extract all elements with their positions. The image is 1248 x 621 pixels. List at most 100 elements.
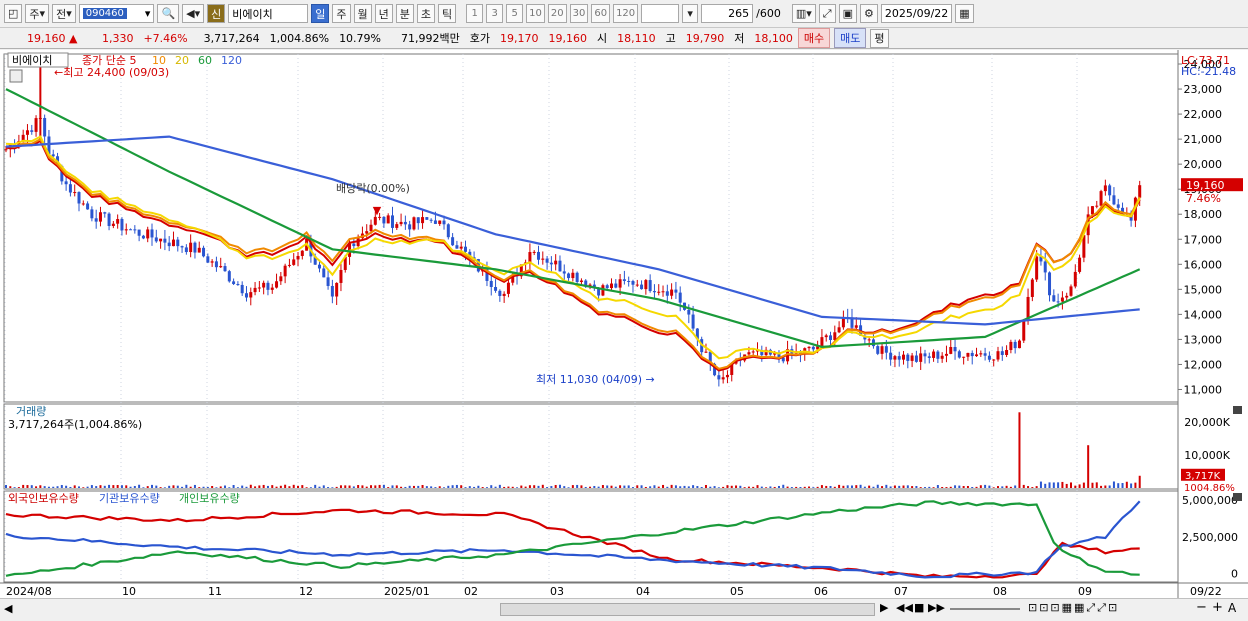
- candle-body: [528, 252, 532, 263]
- custom-interval-input[interactable]: [641, 4, 680, 23]
- low-annotation: 최저 11,030 (04/09) →: [536, 373, 655, 386]
- volume-bar: [1087, 445, 1090, 488]
- text-size-icon[interactable]: A: [1228, 601, 1236, 615]
- volume-bar: [979, 485, 982, 488]
- candle-body: [944, 353, 948, 356]
- candle-type-icon[interactable]: ▥▾: [791, 4, 816, 23]
- volume-bar: [331, 487, 334, 488]
- tab-minute[interactable]: 분: [395, 4, 414, 23]
- stock-chart[interactable]: 24,00023,00022,00021,00020,00019,00018,0…: [0, 50, 1248, 598]
- volume-bar: [627, 485, 630, 488]
- candle-body: [206, 256, 210, 263]
- volume-bar: [623, 485, 626, 488]
- zoom-out-icon[interactable]: −: [1196, 600, 1207, 615]
- prev-select[interactable]: 전 ▾: [52, 4, 76, 23]
- zoom-in-icon[interactable]: +: [1212, 600, 1223, 615]
- candle-body: [210, 261, 214, 263]
- chart-menu-icon[interactable]: ◰: [4, 4, 23, 23]
- tab-second[interactable]: 초: [416, 4, 435, 23]
- volume-value: 3,717,264주(1,004.86%): [8, 418, 142, 431]
- candle-body: [236, 284, 240, 286]
- interval-120[interactable]: 120: [613, 4, 639, 23]
- nav-last-icon[interactable]: ▶▶: [928, 601, 945, 614]
- view-tools-icon[interactable]: ⊡⊡⊡▦▦⤢⤢⊡: [1028, 601, 1119, 615]
- period-select[interactable]: 주 ▾: [25, 4, 50, 23]
- candle-body: [549, 262, 553, 265]
- nav-right-icon[interactable]: ▶: [880, 601, 888, 614]
- volume-bar: [9, 486, 12, 488]
- candle-body: [438, 220, 442, 224]
- candle-body: [51, 154, 55, 157]
- holding-title-1: 기관보유수량: [99, 492, 160, 505]
- volume-bar: [1074, 485, 1077, 488]
- x-axis-label: 02: [464, 585, 478, 598]
- candle-body: [884, 346, 888, 353]
- candle-body: [949, 346, 953, 354]
- candle-body: [902, 354, 906, 360]
- volume-bar: [168, 485, 171, 488]
- date-input[interactable]: 2025/09/22: [880, 4, 953, 23]
- interval-60[interactable]: 60: [591, 4, 611, 23]
- volume-bar: [795, 486, 798, 488]
- volume-bar: [988, 485, 991, 488]
- custom-interval-dropdown-icon[interactable]: ▾: [682, 4, 699, 23]
- interval-5[interactable]: 5: [506, 4, 524, 23]
- interval-1[interactable]: 1: [466, 4, 484, 23]
- scroll-left-icon[interactable]: ◀: [4, 602, 12, 615]
- open-price: 18,110: [617, 31, 656, 45]
- sound-icon[interactable]: ◀▾: [182, 4, 205, 23]
- volume-bar: [674, 485, 677, 488]
- price-tick-label: 23,000: [1184, 83, 1223, 96]
- candle-body: [824, 335, 828, 338]
- tab-week[interactable]: 주: [332, 4, 351, 23]
- tab-month[interactable]: 월: [353, 4, 372, 23]
- zoom-slider[interactable]: [950, 608, 1020, 610]
- tab-day[interactable]: 일: [311, 4, 330, 23]
- volume-bar: [202, 486, 205, 488]
- stop-icon[interactable]: ■: [914, 601, 924, 614]
- price-tick-label: 14,000: [1184, 308, 1223, 321]
- candle-body: [382, 216, 386, 224]
- candle-body: [502, 293, 506, 296]
- candle-body: [1065, 295, 1069, 298]
- count-input[interactable]: 265: [701, 4, 754, 23]
- volume-bar: [447, 485, 450, 488]
- interval-3[interactable]: 3: [486, 4, 504, 23]
- candle-body: [975, 354, 979, 357]
- interval-20[interactable]: 20: [547, 4, 567, 23]
- candle-body: [1030, 279, 1034, 297]
- volume-bar: [275, 486, 278, 488]
- average-button[interactable]: 평: [870, 28, 889, 48]
- interval-10[interactable]: 10: [526, 4, 545, 23]
- candle-body: [1043, 261, 1047, 273]
- search-icon[interactable]: 🔍: [157, 4, 180, 23]
- interval-30[interactable]: 30: [569, 4, 589, 23]
- tab-year[interactable]: 년: [374, 4, 393, 23]
- candle-body: [494, 286, 498, 291]
- draw-tool-icon[interactable]: ⤢: [818, 4, 836, 23]
- buy-button[interactable]: 매수: [797, 28, 831, 48]
- sell-button[interactable]: 매도: [834, 28, 867, 48]
- volume-bar: [159, 487, 162, 488]
- volume-bar: [743, 487, 746, 488]
- calendar-icon[interactable]: ▦: [955, 4, 974, 23]
- save-icon[interactable]: ▣: [838, 4, 857, 23]
- volume-bar: [1061, 481, 1064, 488]
- candle-body: [1056, 301, 1060, 303]
- candle-body: [923, 353, 927, 357]
- tab-tick[interactable]: 틱: [438, 4, 457, 23]
- settings-icon[interactable]: ⚙: [860, 4, 878, 23]
- candle-body: [670, 289, 674, 296]
- stock-code-input[interactable]: 090460 ▾: [78, 4, 155, 23]
- nav-first-icon[interactable]: ◀◀: [896, 601, 913, 614]
- candle-body: [635, 284, 639, 286]
- candle-body: [176, 239, 180, 247]
- candle-body: [674, 289, 678, 293]
- horizontal-scrollbar-thumb[interactable]: [500, 603, 875, 616]
- candle-body: [1048, 272, 1052, 296]
- volume-bar: [206, 486, 209, 488]
- volume-bar: [692, 485, 695, 488]
- volume-bar: [606, 485, 609, 488]
- volume-bar: [846, 485, 849, 488]
- volume-bar: [1095, 482, 1098, 488]
